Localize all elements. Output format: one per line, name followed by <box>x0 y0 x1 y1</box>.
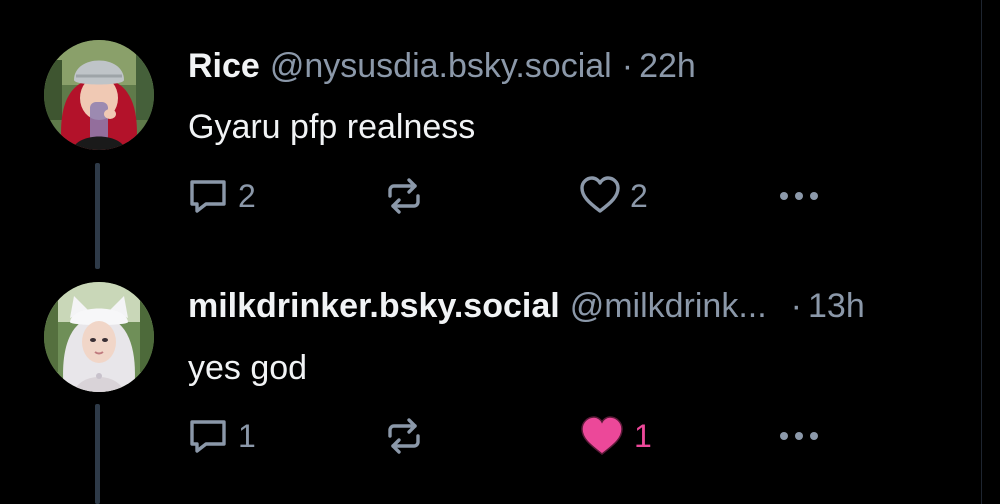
like-count: 1 <box>634 418 652 454</box>
repost-icon <box>388 418 420 454</box>
post-text: Gyaru pfp realness <box>188 108 476 146</box>
reply-icon <box>190 180 226 213</box>
reply-count: 1 <box>238 418 256 454</box>
post-actions: 1 1 <box>186 414 846 458</box>
heart-icon <box>580 176 620 213</box>
heart-filled-icon <box>581 416 623 455</box>
like-count: 2 <box>630 178 648 214</box>
avatar[interactable] <box>44 40 154 150</box>
thread-line <box>95 163 100 269</box>
repost-icon <box>388 178 420 214</box>
like-button[interactable]: 2 <box>578 174 648 218</box>
post-timestamp[interactable]: 22h <box>639 47 696 85</box>
author-handle[interactable]: @milkdrink... <box>570 286 767 326</box>
reply-count: 2 <box>238 178 256 214</box>
post-item[interactable]: Rice @nysusdia.bsky.social · 22h Gyaru pfp … <box>0 0 1000 270</box>
author-display-name[interactable]: Rice <box>188 47 260 85</box>
repost-button[interactable] <box>382 174 426 218</box>
separator-dot: · <box>621 47 634 85</box>
like-button[interactable]: 1 <box>578 414 652 458</box>
author-handle[interactable]: @nysusdia.bsky.social <box>270 47 612 85</box>
post-item[interactable]: milkdrinker.bsky.social @milkdrink... · 13h… <box>0 270 1000 504</box>
more-options-button[interactable] <box>776 414 822 458</box>
avatar[interactable] <box>44 282 154 392</box>
reply-button[interactable]: 1 <box>186 414 256 458</box>
post-actions: 2 2 <box>186 174 846 218</box>
repost-button[interactable] <box>382 414 426 458</box>
separator-dot: · <box>790 287 802 325</box>
post-text: yes god <box>188 349 308 387</box>
thread-line <box>95 404 100 504</box>
reply-button[interactable]: 2 <box>186 174 256 218</box>
more-icon <box>780 192 818 200</box>
more-icon <box>780 432 818 440</box>
author-display-name[interactable]: milkdrinker.bsky.social <box>188 287 560 325</box>
more-options-button[interactable] <box>776 174 822 218</box>
reply-icon <box>190 420 226 453</box>
post-header: milkdrinker.bsky.social @milkdrink... · 13h <box>188 286 865 326</box>
post-timestamp[interactable]: 13h <box>808 287 865 325</box>
post-header: Rice @nysusdia.bsky.social · 22h <box>188 46 696 86</box>
